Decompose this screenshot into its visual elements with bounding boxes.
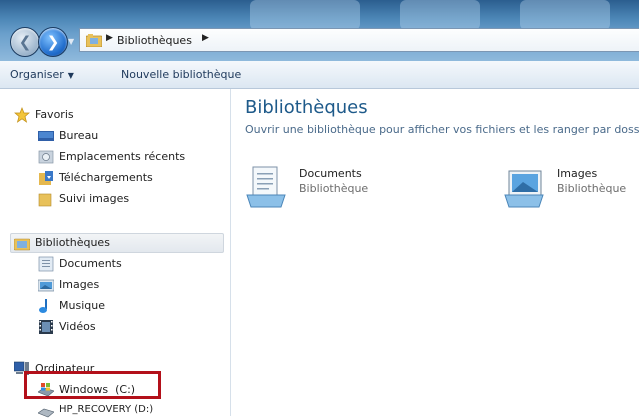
chevron-down-icon: ▼ (67, 71, 74, 80)
address-bar[interactable]: ▶ Bibliothèques ▶ (79, 28, 639, 52)
arrow-right-icon: ❯ (46, 33, 60, 51)
nav-item-label: Bureau (59, 129, 99, 142)
downloads-icon (39, 171, 53, 185)
library-kind: Bibliothèque (557, 182, 627, 195)
nav-item-label: Musique (59, 299, 105, 312)
arrow-left-icon: ❮ (18, 33, 32, 51)
library-name: Documents (299, 167, 362, 180)
forward-button[interactable]: ❯ (38, 27, 68, 57)
nav-item-label: HP_RECOVERY (D:) (59, 404, 154, 415)
new-library-button[interactable]: Nouvelle bibliothèque (121, 68, 241, 81)
window-titlebar: ❮ ❯ ▼ ▶ Bibliothèques ▶ (0, 0, 639, 61)
library-name: Images (557, 167, 598, 180)
nav-libraries-label: Bibliothèques (35, 236, 110, 249)
navigation-pane: Favoris Bureau Emplacements récents Télé… (0, 89, 231, 418)
nav-item-label: Suivi images (59, 192, 130, 205)
chevron-right-icon[interactable]: ▶ (106, 33, 113, 43)
back-button[interactable]: ❮ (10, 27, 40, 57)
nav-item-label: Documents (59, 257, 122, 270)
nav-favorites-label: Favoris (35, 108, 74, 121)
page-subtitle: Ouvrir une bibliothèque pour afficher vo… (245, 123, 639, 136)
glass-reflection (250, 0, 360, 30)
organize-label: Organiser (10, 68, 64, 81)
recent-pages-dropdown[interactable]: ▼ (68, 37, 74, 46)
desktop-icon (38, 131, 54, 141)
nav-item-label: Images (59, 278, 100, 291)
content-pane: Bibliothèques Ouvrir une bibliothèque po… (231, 89, 639, 416)
videos-library-icon (39, 320, 53, 334)
pictures-library-icon (504, 170, 544, 208)
pictures-library-icon (38, 279, 54, 292)
breadcrumb-libraries[interactable]: Bibliothèques (117, 34, 192, 47)
red-highlight-box (24, 371, 161, 399)
libraries-folder-icon (14, 238, 30, 251)
libraries-folder-icon (86, 34, 102, 47)
glass-reflection (400, 0, 480, 30)
nav-item-label: Emplacements récents (59, 150, 186, 163)
recent-places-icon (38, 150, 54, 164)
chevron-right-icon[interactable]: ▶ (202, 33, 209, 43)
page-title: Bibliothèques (245, 97, 368, 118)
library-kind: Bibliothèque (299, 182, 369, 195)
organize-menu-button[interactable]: Organiser ▼ (10, 68, 74, 81)
nav-item-label: Téléchargements (59, 171, 153, 184)
glass-reflection (520, 0, 610, 30)
command-bar: Organiser ▼ Nouvelle bibliothèque (0, 61, 639, 89)
folder-icon (38, 193, 52, 207)
documents-library-icon (38, 256, 54, 272)
music-library-icon (39, 299, 47, 313)
documents-library-icon (246, 166, 286, 208)
nav-item-label: Vidéos (59, 320, 96, 333)
star-icon (14, 107, 30, 123)
